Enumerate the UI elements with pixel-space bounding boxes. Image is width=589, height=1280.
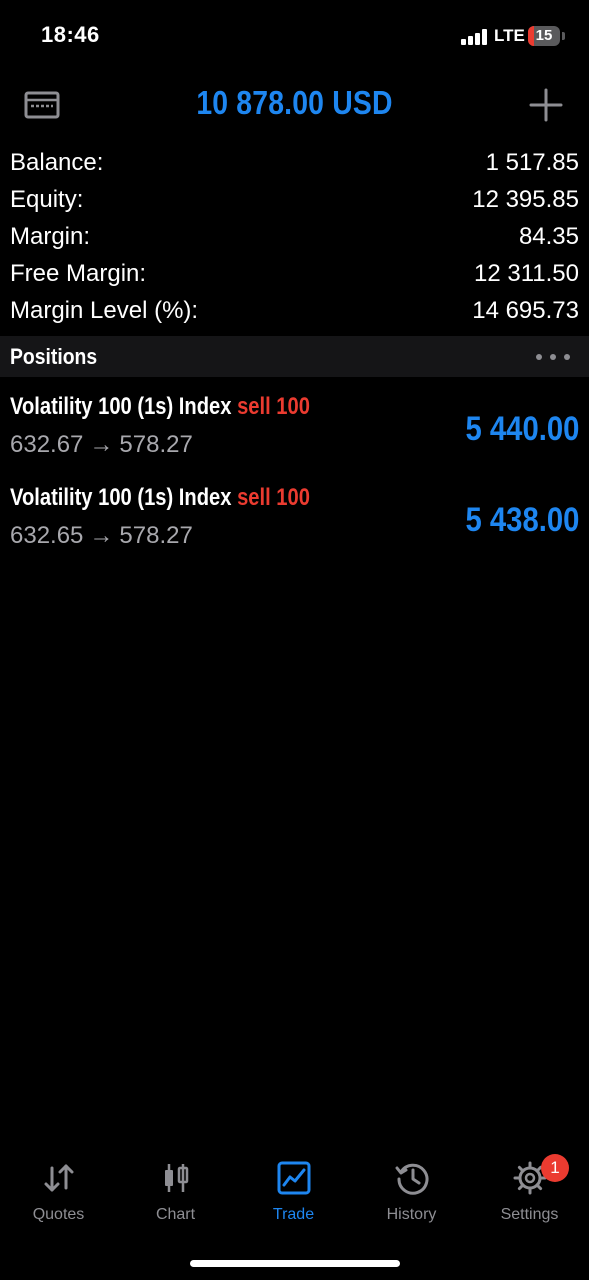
position-current-price: 578.27: [119, 431, 193, 458]
tab-quotes[interactable]: Quotes: [0, 1150, 117, 1230]
summary-value: 14 695.73: [472, 297, 579, 324]
history-icon: [394, 1160, 430, 1196]
position-side: sell 100: [237, 484, 310, 511]
position-row[interactable]: Volatility 100 (1s) Index sell 100 632.6…: [0, 476, 589, 566]
status-bar: 18:46 LTE 15: [0, 0, 589, 72]
position-symbol: Volatility 100 (1s) Index: [10, 484, 232, 511]
position-symbol: Volatility 100 (1s) Index: [10, 393, 232, 420]
arrow-right-icon: →: [89, 522, 114, 549]
positions-section-header: Positions: [0, 336, 589, 377]
network-type: LTE: [494, 26, 525, 45]
summary-row-margin: Margin: 84.35: [0, 220, 589, 257]
tab-chart[interactable]: Chart: [117, 1150, 234, 1230]
tab-history[interactable]: History: [353, 1150, 470, 1230]
positions-title: Positions: [10, 344, 98, 369]
summary-label: Balance:: [10, 149, 104, 176]
arrow-right-icon: →: [89, 431, 114, 458]
tab-label: Quotes: [32, 1206, 85, 1223]
tab-label: Trade: [272, 1206, 315, 1223]
position-side: sell 100: [237, 393, 310, 420]
summary-label: Margin Level (%):: [10, 297, 199, 324]
tab-bar: Quotes Chart Trade History Settings: [0, 1150, 589, 1240]
quotes-icon: [41, 1160, 77, 1196]
position-profit: 5 440.00: [465, 410, 579, 448]
header: 10 878.00 USD: [0, 76, 589, 132]
summary-value: 12 395.85: [472, 186, 579, 213]
signal-icon: [461, 29, 489, 45]
home-indicator[interactable]: [190, 1260, 400, 1267]
battery-level: 15: [535, 27, 553, 44]
summary-row-margin-level: Margin Level (%): 14 695.73: [0, 294, 589, 331]
add-icon[interactable]: [529, 88, 563, 122]
position-profit: 5 438.00: [465, 501, 579, 539]
summary-value: 12 311.50: [474, 260, 579, 287]
summary-value: 84.35: [518, 223, 579, 250]
battery-nub: [562, 32, 565, 40]
account-summary: Balance: 1 517.85 Equity: 12 395.85 Marg…: [0, 146, 589, 331]
summary-row-free-margin: Free Margin: 12 311.50: [0, 257, 589, 294]
summary-label: Free Margin:: [10, 260, 147, 287]
settings-badge: 1: [541, 1154, 569, 1182]
summary-label: Margin:: [10, 223, 91, 250]
account-balance-title: 10 878.00 USD: [196, 84, 393, 121]
tab-label: Chart: [155, 1206, 196, 1223]
summary-row-balance: Balance: 1 517.85: [0, 146, 589, 183]
position-row[interactable]: Volatility 100 (1s) Index sell 100 632.6…: [0, 385, 589, 475]
summary-label: Equity:: [10, 186, 84, 213]
battery-icon: 15: [528, 26, 560, 46]
summary-value: 1 517.85: [485, 149, 579, 176]
tab-settings[interactable]: Settings: [471, 1150, 588, 1230]
tab-label: History: [386, 1206, 437, 1223]
trade-icon: [276, 1160, 312, 1196]
more-icon[interactable]: [536, 354, 570, 360]
position-open-price: 632.67: [10, 431, 84, 458]
tab-trade[interactable]: Trade: [235, 1150, 352, 1230]
summary-row-equity: Equity: 12 395.85: [0, 183, 589, 220]
tab-label: Settings: [500, 1206, 559, 1223]
status-time: 18:46: [41, 22, 100, 47]
position-current-price: 578.27: [119, 522, 193, 549]
position-open-price: 632.65: [10, 522, 84, 549]
chart-icon: [158, 1160, 194, 1196]
